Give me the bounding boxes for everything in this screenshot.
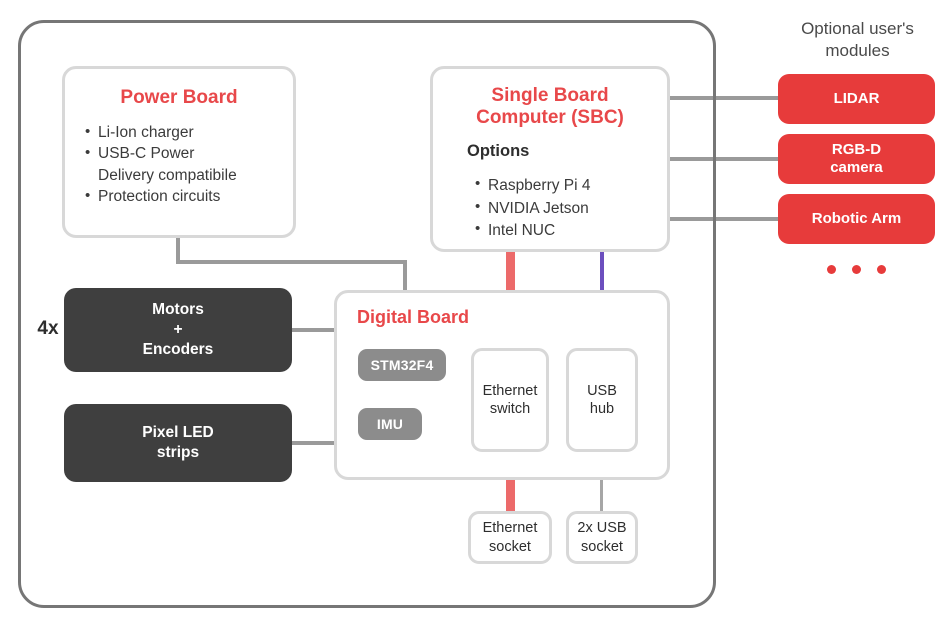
ethernet-switch-block: Ethernet switch (471, 348, 549, 452)
list-item: Intel NUC (475, 219, 667, 241)
usb-hub-line-1: USB (587, 382, 617, 399)
module-robotic-arm[interactable]: Robotic Arm (778, 194, 935, 244)
diagram-canvas: Power Board Li-Ion charger USB-C Power D… (0, 0, 950, 630)
optional-modules-title: Optional user's modules (770, 18, 945, 62)
motors-line-3: Encoders (142, 340, 214, 358)
motors-encoders-block: Motors + Encoders (64, 288, 292, 372)
sbc-title: Single Board Computer (SBC) (433, 85, 667, 128)
list-item: USB-C Power (85, 143, 293, 165)
list-item: Raspberry Pi 4 (475, 174, 667, 196)
sbc-title-line-2: Computer (SBC) (476, 106, 624, 128)
ethernet-switch-line-1: Ethernet (482, 382, 538, 399)
single-board-computer-card: Single Board Computer (SBC) Options Rasp… (430, 66, 670, 252)
ethernet-socket-line-2: socket (489, 538, 531, 555)
dot-icon (852, 264, 861, 274)
dot-icon (877, 264, 886, 274)
optional-modules-title-line-1: Optional user's (801, 19, 914, 38)
ethernet-socket-block: Ethernet socket (468, 511, 552, 564)
pixel-led-line-1: Pixel LED (142, 424, 214, 442)
motors-line-2: + (173, 321, 183, 339)
usb-hub-line-2: hub (589, 401, 615, 417)
module-lidar[interactable]: LIDAR (778, 74, 935, 124)
sbc-options-label: Options (467, 142, 530, 161)
list-item-continuation: Delivery compatibile (98, 166, 237, 184)
sbc-options-list: Raspberry Pi 4 NVIDIA Jetson Intel NUC (447, 174, 667, 241)
ethernet-socket-line-1: Ethernet (482, 520, 538, 537)
more-modules-indicator (778, 262, 935, 276)
usb-hub-block: USB hub (566, 348, 638, 452)
motors-line-1: Motors (152, 301, 204, 319)
module-rgbd-camera-line-1: RGB-D (831, 140, 882, 158)
dot-icon (827, 264, 836, 274)
usb-socket-line-2: socket (581, 538, 623, 555)
ethernet-switch-line-2: switch (489, 401, 531, 417)
usb-socket-block: 2x USB socket (566, 511, 638, 564)
list-item: Protection circuits (85, 187, 293, 208)
optional-modules-title-line-2: modules (825, 41, 890, 61)
power-board-title: Power Board (120, 87, 238, 108)
sbc-title-line-1: Single Board (491, 85, 609, 106)
usb-socket-line-1: 2x USB (577, 520, 627, 537)
power-board-card: Power Board Li-Ion charger USB-C Power D… (62, 66, 296, 238)
list-item: NVIDIA Jetson (475, 197, 667, 219)
list-item: Li-Ion charger (85, 122, 293, 144)
pixel-led-line-2: strips (156, 444, 200, 461)
stm32f4-chip: STM32F4 (358, 349, 446, 381)
power-board-feature-list: Li-Ion charger USB-C Power Delivery comp… (65, 122, 293, 208)
pixel-led-strips-block: Pixel LED strips (64, 404, 292, 482)
module-rgbd-camera-line-2: camera (830, 159, 883, 176)
module-rgbd-camera[interactable]: RGB-D camera (778, 134, 935, 184)
imu-chip: IMU (358, 408, 422, 440)
digital-board-title: Digital Board (357, 307, 470, 327)
